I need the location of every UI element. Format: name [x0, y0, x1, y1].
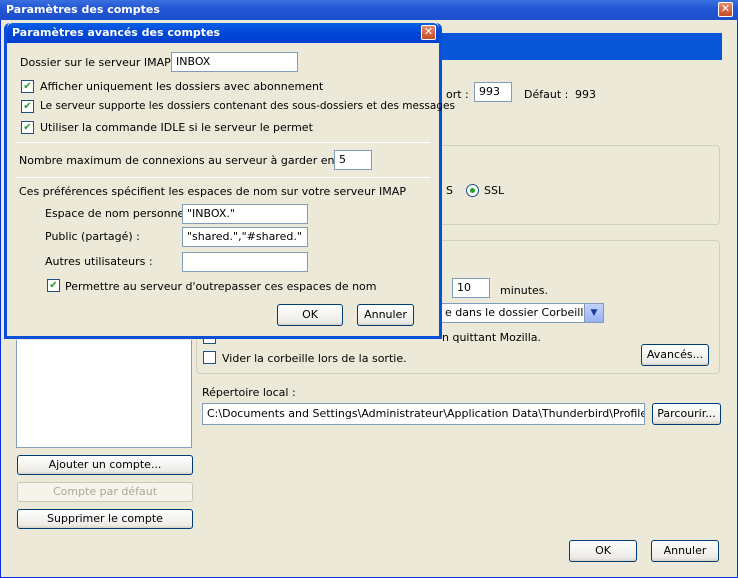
port-input[interactable]: 993: [474, 82, 512, 102]
default-port-label: Défaut :: [524, 88, 569, 101]
local-dir-label: Répertoire local :: [202, 386, 296, 399]
imap-folder-input[interactable]: INBOX: [171, 52, 298, 72]
chevron-down-icon[interactable]: ▼: [584, 304, 603, 322]
dialog-ok-button[interactable]: OK: [277, 304, 343, 326]
personal-namespace-label: Espace de nom personnel :: [45, 207, 195, 220]
security-option-partial: S: [446, 184, 453, 197]
override-namespace-checkbox[interactable]: ✔: [47, 279, 60, 292]
subscribed-only-label: Afficher uniquement les dossiers avec ab…: [40, 80, 324, 93]
personal-namespace-input[interactable]: "INBOX.": [182, 204, 308, 224]
subfolders-checkbox[interactable]: ✔: [21, 100, 34, 113]
namespace-intro: Ces préférences spécifient les espaces d…: [19, 185, 406, 198]
dialog-titlebar: Paramètres avancés des comptes ✕: [7, 23, 439, 43]
others-namespace-label: Autres utilisateurs :: [45, 255, 153, 268]
dialog-close-icon[interactable]: ✕: [421, 25, 436, 40]
idle-checkbox[interactable]: ✔: [21, 121, 34, 134]
separator: [16, 177, 430, 178]
minutes-label: minutes.: [500, 284, 549, 297]
ssl-radio[interactable]: [466, 184, 479, 197]
default-account-button: Compte par défaut: [17, 482, 193, 502]
trash-action-value: e dans le dossier Corbeille: [445, 306, 591, 319]
add-account-button[interactable]: Ajouter un compte...: [17, 455, 193, 475]
empty-trash-checkbox[interactable]: [203, 351, 216, 364]
separator: [16, 142, 430, 143]
empty-trash-label: Vider la corbeille lors de la sortie.: [222, 352, 407, 365]
dialog-cancel-button[interactable]: Annuler: [357, 304, 414, 326]
dialog-title: Paramètres avancés des comptes: [12, 26, 221, 39]
trash-action-select[interactable]: e dans le dossier Corbeille: [440, 303, 604, 323]
subscribed-only-checkbox[interactable]: ✔: [21, 80, 34, 93]
imap-folder-label: Dossier sur le serveur IMAP :: [20, 56, 178, 69]
ok-button[interactable]: OK: [569, 540, 637, 562]
override-namespace-label: Permettre au serveur d'outrepasser ces e…: [65, 280, 377, 293]
max-connections-label: Nombre maximum de connexions au serveur …: [19, 154, 371, 167]
local-dir-input[interactable]: C:\Documents and Settings\Administrateur…: [202, 403, 645, 425]
max-connections-input[interactable]: 5: [334, 150, 372, 170]
browse-button[interactable]: Parcourir...: [652, 403, 721, 425]
window-titlebar: Paramètres des comptes ✕: [0, 0, 738, 20]
close-icon[interactable]: ✕: [718, 2, 733, 17]
window-title: Paramètres des comptes: [6, 3, 160, 16]
advanced-button[interactable]: Avancés...: [641, 344, 709, 366]
public-namespace-label: Public (partagé) :: [45, 230, 140, 243]
advanced-settings-dialog: Paramètres avancés des comptes ✕ Dossier…: [4, 23, 455, 339]
delete-account-button[interactable]: Supprimer le compte: [17, 509, 193, 529]
idle-label: Utiliser la commande IDLE si le serveur …: [40, 121, 313, 134]
cancel-button[interactable]: Annuler: [651, 540, 719, 562]
default-port-value: 993: [575, 88, 596, 101]
others-namespace-input[interactable]: [182, 252, 308, 272]
quit-label-partial: n quittant Mozilla.: [442, 331, 542, 344]
minutes-input[interactable]: 10: [452, 278, 490, 298]
ssl-label: SSL: [484, 184, 505, 197]
account-tree[interactable]: [16, 340, 192, 448]
public-namespace-input[interactable]: "shared.","#shared.": [182, 227, 308, 247]
subfolders-label: Le serveur supporte les dossiers contena…: [40, 100, 455, 112]
